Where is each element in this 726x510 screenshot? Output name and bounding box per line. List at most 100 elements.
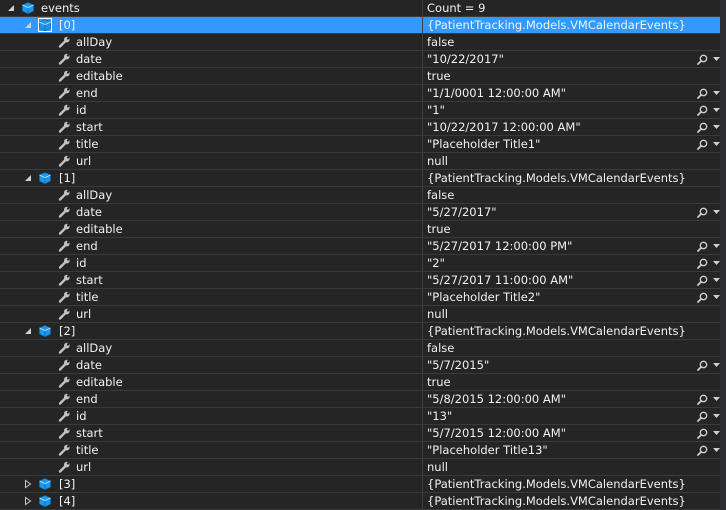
value-column: true: [424, 68, 726, 84]
dropdown-arrow-icon[interactable]: [713, 244, 720, 249]
dropdown-arrow-icon[interactable]: [713, 414, 720, 419]
magnifier-icon[interactable]: [697, 105, 708, 116]
wrench-property-icon: [57, 69, 71, 83]
property-value: null: [427, 154, 448, 168]
expanded-triangle-icon[interactable]: [23, 173, 33, 183]
property-name: start: [76, 120, 103, 134]
wrench-property-icon: [57, 222, 71, 236]
tree-row-property[interactable]: end "5/8/2015 12:00:00 AM": [0, 391, 726, 408]
value-column: "2": [424, 255, 726, 271]
tree-row-property[interactable]: url null: [0, 306, 726, 323]
tree-row-property[interactable]: editable true: [0, 68, 726, 85]
tree-row-property[interactable]: date "10/22/2017": [0, 51, 726, 68]
tree-row-property[interactable]: title "Placeholder Title2": [0, 289, 726, 306]
dropdown-arrow-icon[interactable]: [713, 397, 720, 402]
name-column: allDay: [0, 34, 423, 50]
collapsed-triangle-icon[interactable]: [23, 479, 33, 489]
tree-row-item[interactable]: [1] {PatientTracking.Models.VMCalendarEve…: [0, 170, 726, 187]
name-column: start: [0, 119, 423, 135]
name-column: end: [0, 238, 423, 254]
dropdown-arrow-icon[interactable]: [713, 125, 720, 130]
tree-row-property[interactable]: start "5/27/2017 11:00:00 AM": [0, 272, 726, 289]
expanded-triangle-icon[interactable]: [23, 326, 33, 336]
tree-row-property[interactable]: title "Placeholder Title13": [0, 442, 726, 459]
dropdown-arrow-icon[interactable]: [713, 278, 720, 283]
tree-row-property[interactable]: id "1": [0, 102, 726, 119]
magnifier-icon[interactable]: [697, 292, 708, 303]
dropdown-arrow-icon[interactable]: [713, 210, 720, 215]
tree-row-property[interactable]: url null: [0, 153, 726, 170]
item-value: {PatientTracking.Models.VMCalendarEvents…: [427, 477, 686, 491]
value-column: "10/22/2017 12:00:00 AM": [424, 119, 726, 135]
tree-row-events[interactable]: events Count = 9: [0, 0, 726, 17]
tree-row-item[interactable]: [2] {PatientTracking.Models.VMCalendarEve…: [0, 323, 726, 340]
tree-row-property[interactable]: allDay false: [0, 34, 726, 51]
magnifier-icon[interactable]: [697, 275, 708, 286]
property-name: allDay: [76, 341, 113, 355]
name-column: editable: [0, 374, 423, 390]
value-column: "5/27/2017 11:00:00 AM": [424, 272, 726, 288]
tree-row-property[interactable]: title "Placeholder Title1": [0, 136, 726, 153]
property-name: url: [76, 460, 92, 474]
item-value: {PatientTracking.Models.VMCalendarEvents…: [427, 494, 686, 508]
tree-row-property[interactable]: end "1/1/0001 12:00:00 AM": [0, 85, 726, 102]
tree-row-property[interactable]: date "5/7/2015": [0, 357, 726, 374]
dropdown-arrow-icon[interactable]: [713, 448, 720, 453]
magnifier-icon[interactable]: [697, 122, 708, 133]
magnifier-icon[interactable]: [697, 394, 708, 405]
scrollbar[interactable]: [720, 0, 726, 510]
magnifier-icon[interactable]: [697, 241, 708, 252]
magnifier-icon[interactable]: [697, 207, 708, 218]
tree-row-property[interactable]: url null: [0, 459, 726, 476]
magnifier-icon[interactable]: [697, 54, 708, 65]
magnifier-icon[interactable]: [697, 258, 708, 269]
dropdown-arrow-icon[interactable]: [713, 363, 720, 368]
tree-row-property[interactable]: end "5/27/2017 12:00:00 PM": [0, 238, 726, 255]
tree-row-property[interactable]: id "2": [0, 255, 726, 272]
tree-row-property[interactable]: start "5/7/2015 12:00:00 AM": [0, 425, 726, 442]
dropdown-arrow-icon[interactable]: [713, 108, 720, 113]
property-value: "10/22/2017 12:00:00 AM": [427, 120, 581, 134]
watch-window: events Count = 9 [0] {PatientTracking.Model…: [0, 0, 726, 510]
tree-row-item[interactable]: [0] {PatientTracking.Models.VMCalendarEve…: [0, 17, 726, 34]
collapsed-triangle-icon[interactable]: [23, 496, 33, 506]
magnifier-icon[interactable]: [697, 411, 708, 422]
tree-row-property[interactable]: editable true: [0, 221, 726, 238]
tree-row-property[interactable]: allDay false: [0, 187, 726, 204]
expanded-triangle-icon[interactable]: [23, 20, 33, 30]
name-column: allDay: [0, 187, 423, 203]
magnifier-icon[interactable]: [697, 139, 708, 150]
property-value: "5/7/2015": [427, 358, 490, 372]
tree-row-item[interactable]: [3] {PatientTracking.Models.VMCalendarEve…: [0, 476, 726, 493]
magnifier-icon[interactable]: [697, 428, 708, 439]
dropdown-arrow-icon[interactable]: [713, 431, 720, 436]
property-name: date: [76, 358, 102, 372]
wrench-property-icon: [57, 103, 71, 117]
object-cube-icon: [38, 18, 52, 32]
dropdown-arrow-icon[interactable]: [713, 57, 720, 62]
property-name: allDay: [76, 188, 113, 202]
tree-row-item[interactable]: [4] {PatientTracking.Models.VMCalendarEve…: [0, 493, 726, 510]
dropdown-arrow-icon[interactable]: [713, 91, 720, 96]
tree-row-property[interactable]: allDay false: [0, 340, 726, 357]
magnifier-icon[interactable]: [697, 88, 708, 99]
value-column: {PatientTracking.Models.VMCalendarEvents…: [424, 323, 726, 339]
tree-row-property[interactable]: date "5/27/2017": [0, 204, 726, 221]
value-column: "5/7/2015 12:00:00 AM": [424, 425, 726, 441]
property-value: "Placeholder Title2": [427, 290, 541, 304]
object-cube-icon: [38, 494, 52, 508]
tree-row-property[interactable]: editable true: [0, 374, 726, 391]
property-name: title: [76, 137, 99, 151]
dropdown-arrow-icon[interactable]: [713, 295, 720, 300]
magnifier-icon[interactable]: [697, 360, 708, 371]
expanded-triangle-icon[interactable]: [6, 3, 16, 13]
dropdown-arrow-icon[interactable]: [713, 142, 720, 147]
property-name: date: [76, 205, 102, 219]
magnifier-icon[interactable]: [697, 445, 708, 456]
tree-row-property[interactable]: start "10/22/2017 12:00:00 AM": [0, 119, 726, 136]
wrench-property-icon: [57, 307, 71, 321]
wrench-property-icon: [57, 409, 71, 423]
dropdown-arrow-icon[interactable]: [713, 261, 720, 266]
item-name: [4]: [59, 494, 76, 508]
tree-row-property[interactable]: id "13": [0, 408, 726, 425]
